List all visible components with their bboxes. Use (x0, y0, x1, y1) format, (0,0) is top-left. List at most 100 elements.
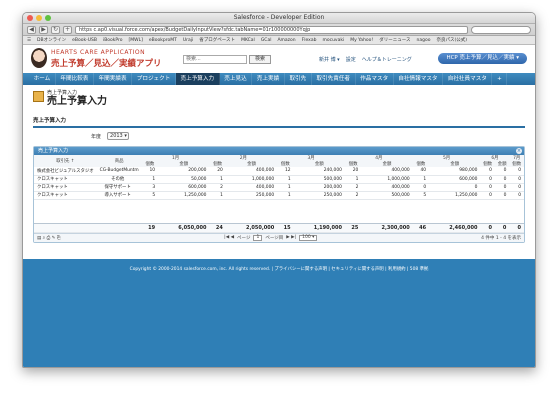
cell-value[interactable]: 0 (429, 183, 481, 192)
bookmark-item[interactable]: mocuvaki (322, 38, 344, 43)
table-row[interactable]: クロスキャット 保守サポート 3 600,000 2 400,000 1 200,00… (34, 183, 524, 192)
cell-value[interactable]: 400,000 (225, 167, 278, 176)
bookmark-item[interactable]: 奈良パス(公式) (437, 37, 468, 43)
cell-value[interactable]: 0 (412, 183, 430, 192)
bookmark-item[interactable]: eBook-USB (72, 38, 97, 43)
tab-actuals[interactable]: 売上実績 (252, 73, 285, 85)
bookmark-item[interactable]: My Yahoo! (350, 38, 373, 43)
cell-value[interactable]: 400,000 (361, 167, 413, 176)
bookmark-item[interactable]: MKCal (241, 38, 255, 43)
cell-value[interactable]: 0 (509, 175, 524, 184)
cell-value[interactable]: 250,000 (225, 191, 278, 200)
collapse-icon[interactable]: × (516, 148, 522, 154)
cell-value[interactable]: 0 (480, 175, 495, 184)
prev-page-icon[interactable]: |◀ ◀ (224, 235, 234, 240)
setup-link[interactable]: 設定 (346, 56, 356, 63)
toolbar-icons[interactable]: ▤ ⌕ ⎙ ✎ ⎘ (37, 235, 60, 241)
tab-employee-master[interactable]: 自社社員マスタ (443, 73, 493, 85)
cell-value[interactable]: 12 (277, 167, 294, 176)
column-header-account[interactable]: 取引先 ↑ (34, 155, 97, 167)
bookmark-item[interactable]: ダリーニュース (379, 37, 410, 43)
cell-value[interactable]: 5 (412, 191, 430, 200)
cell-value[interactable]: 0 (480, 183, 495, 192)
bookmark-item[interactable]: eBookproMT (149, 38, 177, 43)
bookmark-item[interactable]: [MWL] (129, 38, 143, 43)
bookmark-item[interactable]: Flexab (302, 38, 317, 43)
cell-value[interactable]: 0 (509, 167, 524, 176)
cell-value[interactable]: 1 (209, 191, 226, 200)
table-row[interactable]: クロスキャット 導入サポート 5 1,250,000 1 250,000 1 250,… (34, 191, 524, 200)
cell-value[interactable]: 20 (344, 167, 362, 176)
cell-value[interactable]: 0 (494, 175, 510, 184)
bookmark-item[interactable]: GCal (261, 38, 272, 43)
page-number-input[interactable]: 1 (253, 234, 263, 241)
cell-value[interactable]: 1 (277, 183, 294, 192)
cell-value[interactable]: 400,000 (225, 183, 278, 192)
cell-value[interactable]: 3 (141, 183, 159, 192)
cell-value[interactable]: 0 (494, 167, 510, 176)
table-row[interactable]: クロスキャット その他 1 50,000 1 1,000,000 1 500,000 … (34, 175, 524, 184)
cell-value[interactable]: 0 (494, 183, 510, 192)
cell-value[interactable]: 0 (480, 167, 495, 176)
cell-value[interactable]: 500,000 (361, 191, 413, 200)
cell-value[interactable]: 1 (141, 175, 159, 184)
cell-value[interactable]: 0 (480, 191, 495, 200)
cell-value[interactable]: 1,000,000 (225, 175, 278, 184)
cell-value[interactable]: 10 (141, 167, 159, 176)
tab-home[interactable]: ホーム (29, 73, 56, 85)
tab-accounts[interactable]: 取引先 (285, 73, 312, 85)
search-button[interactable]: 検索 (249, 55, 271, 64)
bookmark-item[interactable]: Amazon (277, 38, 295, 43)
rows-per-page-select[interactable]: 100 ▾ (299, 234, 318, 241)
bookmark-item[interactable]: DBオンライン (37, 37, 66, 43)
table-row[interactable]: 株式会社ビジュアルスタジオ CG-BudgetMuntm 10 200,000 2… (34, 167, 524, 176)
cell-value[interactable]: 0 (509, 191, 524, 200)
cell-value[interactable]: 250,000 (293, 191, 345, 200)
cell-value[interactable]: 1 (209, 175, 226, 184)
bookmark-item[interactable]: iBookPro (103, 38, 123, 43)
cell-value[interactable]: 600,000 (158, 183, 210, 192)
address-bar[interactable]: https c.ap0.visual.force.com/apex/Budget… (75, 25, 468, 34)
cell-value[interactable]: 1 (277, 175, 294, 184)
cell-value[interactable]: 200,000 (293, 183, 345, 192)
cell-value[interactable]: 1,250,000 (429, 191, 481, 200)
tab-company-master[interactable]: 自社情報マスタ (394, 73, 444, 85)
bookmark-item[interactable]: 省ブログペースト (199, 37, 235, 43)
cell-value[interactable]: 500,000 (293, 175, 345, 184)
cell-value[interactable]: 20 (209, 167, 226, 176)
cell-value[interactable]: 980,000 (429, 167, 481, 176)
tab-product-master[interactable]: 作品マスタ (356, 73, 394, 85)
cell-value[interactable]: 1,000,000 (361, 175, 413, 184)
bookmark-item[interactable]: nagoo (417, 38, 431, 43)
bookmark-item[interactable]: Uraji (183, 38, 193, 43)
cell-value[interactable]: 2 (209, 183, 226, 192)
cell-value[interactable]: 1 (277, 191, 294, 200)
tab-projects[interactable]: プロジェクト (132, 73, 176, 85)
tab-contacts[interactable]: 取引先責任者 (312, 73, 356, 85)
search-input[interactable]: 検索... (183, 55, 247, 64)
cell-value[interactable]: 0 (509, 183, 524, 192)
cell-value[interactable]: 400,000 (361, 183, 413, 192)
reload-icon[interactable]: ↻ (51, 25, 60, 34)
back-icon[interactable]: ◀ (27, 25, 36, 34)
tab-annual-comparison[interactable]: 年間比較表 (56, 73, 94, 85)
cell-value[interactable]: 1 (412, 175, 430, 184)
add-bookmark-icon[interactable]: + (63, 25, 72, 34)
tab-annual-results[interactable]: 年間実績表 (94, 73, 133, 85)
cell-value[interactable]: 1 (344, 175, 362, 184)
cell-value[interactable]: 600,000 (429, 175, 481, 184)
cell-value[interactable]: 0 (494, 191, 510, 200)
tab-budget-input[interactable]: 売上予算入力 (175, 73, 220, 85)
app-switcher-button[interactable]: HCP 売上予算／見込／実績 ▾ (438, 53, 527, 64)
forward-icon[interactable]: ▶ (39, 25, 48, 34)
next-page-icon[interactable]: ▶ ▶| (286, 235, 296, 240)
bookmarks-icon[interactable]: ☰ (27, 38, 31, 43)
cell-value[interactable]: 2 (344, 191, 362, 200)
cell-value[interactable]: 50,000 (158, 175, 210, 184)
help-link[interactable]: ヘルプ＆トレーニング (362, 56, 412, 63)
cell-value[interactable]: 5 (141, 191, 159, 200)
tab-forecast[interactable]: 売上見込 (220, 73, 253, 85)
browser-search-field[interactable] (471, 25, 531, 34)
cell-value[interactable]: 1,250,000 (158, 191, 210, 200)
user-menu[interactable]: 新井 博 ▾ (319, 56, 340, 63)
